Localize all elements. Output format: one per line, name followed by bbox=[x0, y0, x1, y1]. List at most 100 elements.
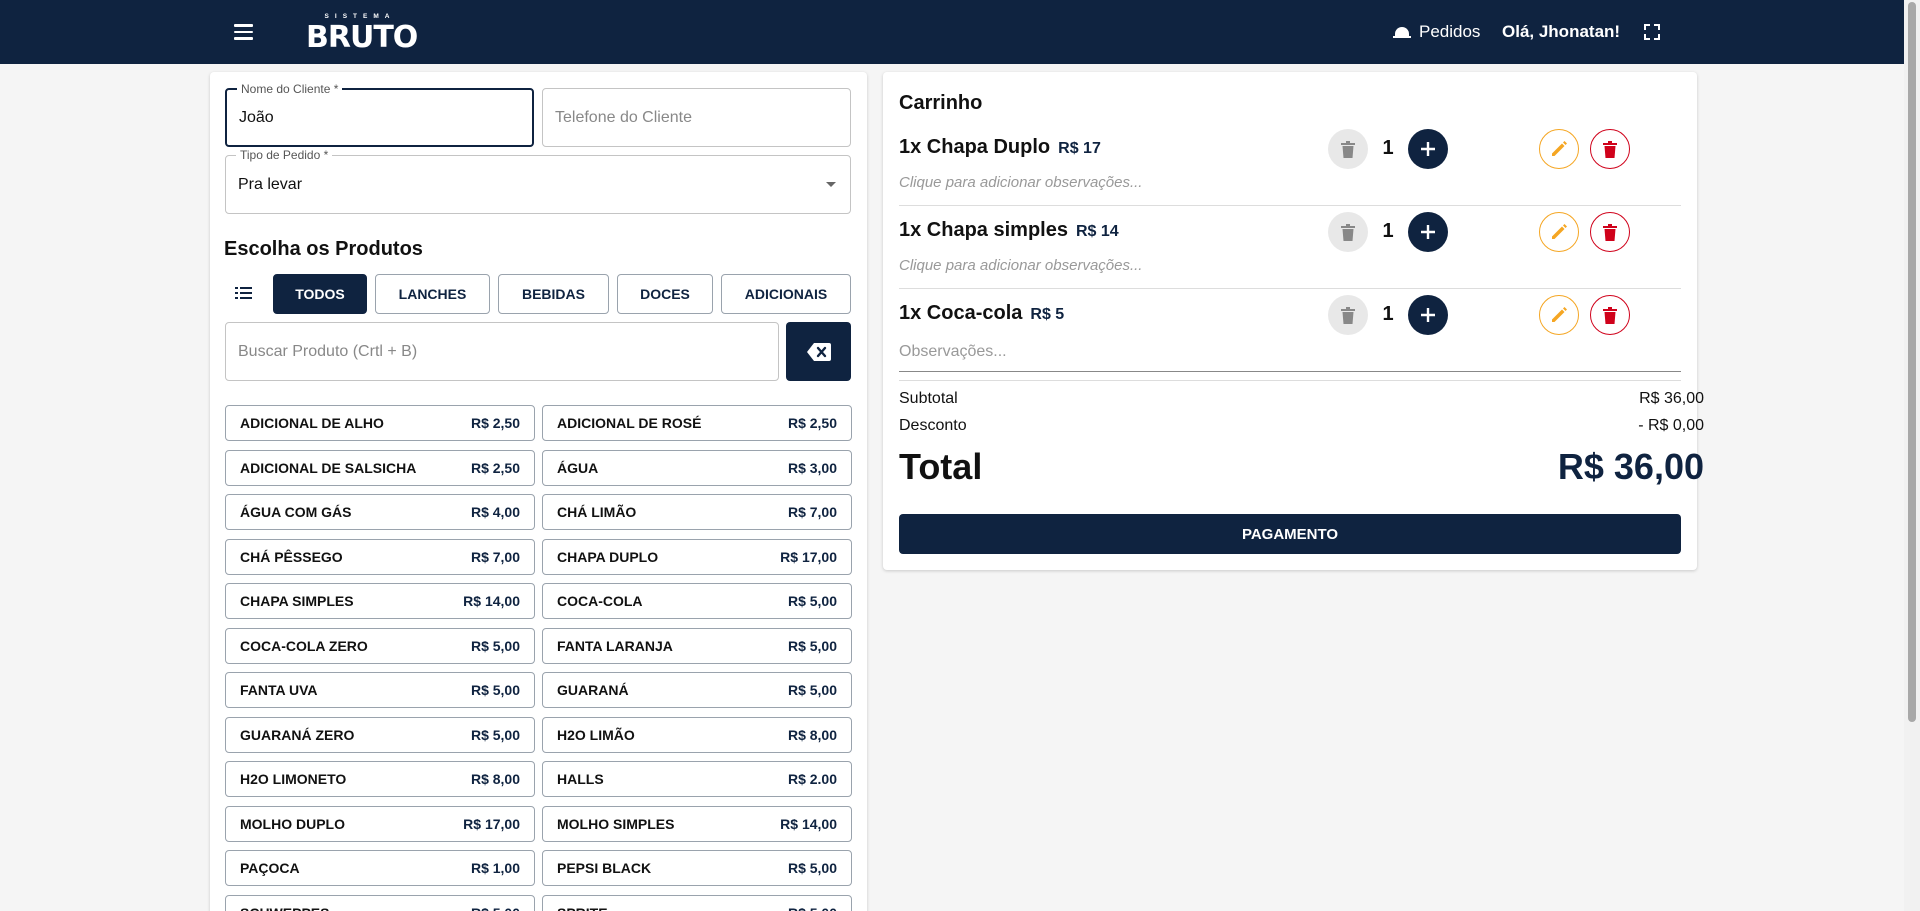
cart-title: Carrinho bbox=[899, 92, 983, 114]
product-name: GUARANÁ ZERO bbox=[240, 727, 355, 743]
increase-quantity-button[interactable] bbox=[1408, 129, 1448, 169]
product-price: R$ 5,00 bbox=[470, 638, 520, 654]
product-item[interactable]: CHÁ PÊSSEGO R$ 7,00 bbox=[225, 539, 535, 575]
cart-item-notes-input[interactable]: Observações... bbox=[899, 343, 1007, 361]
order-type-select[interactable]: Tipo de Pedido * Pra levar bbox=[225, 148, 851, 214]
product-item[interactable]: GUARANÁ ZERO R$ 5,00 bbox=[225, 717, 535, 753]
edit-item-button[interactable] bbox=[1539, 295, 1579, 335]
cart-item-label: 1x Chapa simples bbox=[899, 219, 1068, 241]
product-price: R$ 5,00 bbox=[470, 682, 520, 698]
product-name: FANTA UVA bbox=[240, 682, 318, 698]
client-name-field[interactable]: Nome do Cliente * bbox=[225, 82, 534, 147]
trash-icon bbox=[1341, 306, 1355, 324]
product-name: ADICIONAL DE SALSICHA bbox=[240, 460, 417, 476]
product-search-input[interactable] bbox=[238, 323, 766, 380]
product-item[interactable]: CHÁ LIMÃO R$ 7,00 bbox=[542, 494, 852, 530]
edit-item-button[interactable] bbox=[1539, 129, 1579, 169]
product-name: ÁGUA bbox=[557, 460, 599, 476]
product-price: R$ 5,00 bbox=[470, 727, 520, 743]
product-item[interactable]: ADICIONAL DE ROSÉ R$ 2,50 bbox=[542, 405, 852, 441]
menu-icon[interactable] bbox=[231, 20, 257, 44]
cart-item-quantity: 1 bbox=[1382, 137, 1394, 159]
product-item[interactable]: SCHWEPPES R$ 5,00 bbox=[225, 895, 535, 911]
cart-item-notes[interactable]: Clique para adicionar observações... bbox=[899, 257, 1142, 274]
fullscreen-icon[interactable] bbox=[1644, 24, 1660, 40]
product-item[interactable]: MOLHO DUPLO R$ 17,00 bbox=[225, 806, 535, 842]
product-item[interactable]: H2O LIMONETO R$ 8,00 bbox=[225, 761, 535, 797]
increase-quantity-button[interactable] bbox=[1408, 295, 1448, 335]
category-todos-button[interactable]: TODOS bbox=[273, 274, 367, 314]
product-search-field[interactable] bbox=[225, 322, 779, 381]
client-phone-field[interactable] bbox=[542, 88, 851, 147]
orders-link[interactable]: Pedidos bbox=[1393, 20, 1480, 44]
client-phone-input[interactable] bbox=[555, 89, 838, 146]
product-item[interactable]: SPRITE R$ 5,00 bbox=[542, 895, 852, 911]
page-scrollbar[interactable] bbox=[1904, 0, 1920, 911]
pencil-icon bbox=[1552, 307, 1567, 322]
product-price: R$ 14,00 bbox=[780, 816, 837, 832]
remove-item-button[interactable] bbox=[1590, 129, 1630, 169]
product-item[interactable]: PEPSI BLACK R$ 5,00 bbox=[542, 850, 852, 886]
category-bebidas-button[interactable]: BEBIDAS bbox=[498, 274, 609, 314]
product-item[interactable]: COCA-COLA R$ 5,00 bbox=[542, 583, 852, 619]
product-price: R$ 8,00 bbox=[470, 771, 520, 787]
product-price: R$ 5,00 bbox=[787, 860, 837, 876]
product-item[interactable]: ÁGUA COM GÁS R$ 4,00 bbox=[225, 494, 535, 530]
decrease-quantity-button[interactable] bbox=[1328, 295, 1368, 335]
plus-icon bbox=[1421, 142, 1435, 156]
product-name: CHÁ PÊSSEGO bbox=[240, 549, 343, 565]
trash-icon bbox=[1603, 140, 1617, 158]
user-greeting[interactable]: Olá, Jhonatan! bbox=[1502, 20, 1620, 44]
product-name: SCHWEPPES bbox=[240, 905, 329, 911]
increase-quantity-button[interactable] bbox=[1408, 212, 1448, 252]
category-doces-button[interactable]: DOCES bbox=[617, 274, 713, 314]
total-value: R$ 36,00 bbox=[1557, 446, 1704, 487]
product-item[interactable]: GUARANÁ R$ 5,00 bbox=[542, 672, 852, 708]
product-item[interactable]: PAÇOCA R$ 1,00 bbox=[225, 850, 535, 886]
remove-item-button[interactable] bbox=[1590, 212, 1630, 252]
product-item[interactable]: MOLHO SIMPLES R$ 14,00 bbox=[542, 806, 852, 842]
dropdown-arrow-icon bbox=[826, 181, 836, 187]
client-name-input[interactable] bbox=[239, 90, 520, 145]
product-price: R$ 14,00 bbox=[463, 593, 520, 609]
product-name: H2O LIMÃO bbox=[557, 727, 635, 743]
product-item[interactable]: FANTA UVA R$ 5,00 bbox=[225, 672, 535, 708]
remove-item-button[interactable] bbox=[1590, 295, 1630, 335]
product-name: CHÁ LIMÃO bbox=[557, 504, 637, 520]
cart-item-price: R$ 14 bbox=[1075, 223, 1119, 240]
product-item[interactable]: HALLS R$ 2.00 bbox=[542, 761, 852, 797]
product-name: CHAPA SIMPLES bbox=[240, 593, 354, 609]
product-item[interactable]: ADICIONAL DE ALHO R$ 2,50 bbox=[225, 405, 535, 441]
plus-icon bbox=[1421, 308, 1435, 322]
category-adicionais-button[interactable]: ADICIONAIS bbox=[721, 274, 851, 314]
category-lanches-button[interactable]: LANCHES bbox=[375, 274, 490, 314]
cart-item-name: 1x Chapa Duplo R$ 17 bbox=[899, 136, 1101, 159]
payment-button[interactable]: PAGAMENTO bbox=[899, 514, 1681, 554]
product-item[interactable]: CHAPA SIMPLES R$ 14,00 bbox=[225, 583, 535, 619]
logo-subtitle: SISTEMA bbox=[324, 13, 396, 20]
product-item[interactable]: ÁGUA R$ 3,00 bbox=[542, 450, 852, 486]
cart-item-label: 1x Coca-cola bbox=[899, 302, 1023, 324]
product-price: R$ 1,00 bbox=[470, 860, 520, 876]
product-item[interactable]: ADICIONAL DE SALSICHA R$ 2,50 bbox=[225, 450, 535, 486]
product-item[interactable]: COCA-COLA ZERO R$ 5,00 bbox=[225, 628, 535, 664]
orders-label: Pedidos bbox=[1419, 22, 1481, 41]
cart-item-label: 1x Chapa Duplo bbox=[899, 136, 1051, 158]
cart-item-quantity: 1 bbox=[1382, 220, 1394, 242]
cart-item-quantity: 1 bbox=[1382, 303, 1394, 325]
product-price: R$ 7,00 bbox=[470, 549, 520, 565]
decrease-quantity-button[interactable] bbox=[1328, 129, 1368, 169]
edit-item-button[interactable] bbox=[1539, 212, 1579, 252]
list-view-icon[interactable] bbox=[235, 286, 255, 302]
product-name: COCA-COLA bbox=[557, 593, 643, 609]
product-name: H2O LIMONETO bbox=[240, 771, 347, 787]
product-item[interactable]: CHAPA DUPLO R$ 17,00 bbox=[542, 539, 852, 575]
cart-item-notes[interactable]: Clique para adicionar observações... bbox=[899, 174, 1142, 191]
logo: SISTEMA BRUTO bbox=[306, 12, 418, 55]
product-item[interactable]: FANTA LARANJA R$ 5,00 bbox=[542, 628, 852, 664]
product-item[interactable]: H2O LIMÃO R$ 8,00 bbox=[542, 717, 852, 753]
clear-search-button[interactable] bbox=[786, 322, 851, 381]
decrease-quantity-button[interactable] bbox=[1328, 212, 1368, 252]
scrollbar-thumb[interactable] bbox=[1908, 2, 1916, 722]
total-label: Total bbox=[899, 446, 983, 487]
